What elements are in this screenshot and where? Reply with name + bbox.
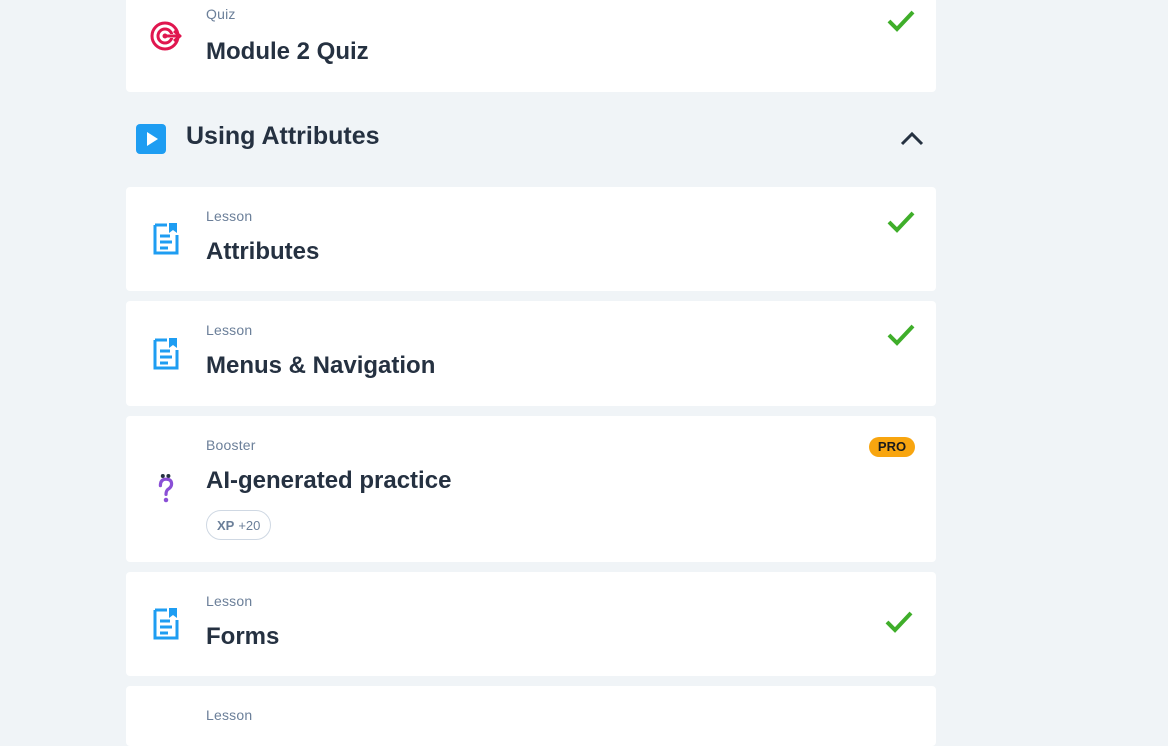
lesson-document-icon [153,338,179,370]
checkmark-icon [887,10,915,32]
xp-value: +20 [238,518,261,533]
pro-badge: PRO [869,437,915,457]
item-type-label: Lesson [206,707,253,723]
booster-card-ai-practice[interactable]: Booster AI-generated practice PRO XP +20 [126,416,936,562]
lesson-document-icon [153,223,179,255]
question-mark-icon [158,474,174,503]
item-title: Menus & Navigation [206,352,436,379]
xp-label: XP [217,518,235,533]
play-icon [136,124,166,154]
item-type-label: Booster [206,437,256,453]
item-type-label: Lesson [206,322,253,338]
chevron-up-icon[interactable] [898,128,926,148]
lesson-card-menus-navigation[interactable]: Lesson Menus & Navigation [126,301,936,406]
item-title: AI-generated practice [206,467,452,494]
item-type-label: Lesson [206,593,253,609]
target-icon [150,21,182,51]
item-title: Attributes [206,238,320,265]
item-type-label: Lesson [206,208,253,224]
item-title: Module 2 Quiz [206,38,369,65]
lesson-card-attributes[interactable]: Lesson Attributes [126,187,936,291]
item-type-label: Quiz [206,6,236,22]
quiz-card[interactable]: Quiz Module 2 Quiz [126,0,936,92]
checkmark-icon [885,611,913,633]
lesson-card-partial[interactable]: Lesson [126,686,936,746]
lesson-document-icon [153,608,179,640]
xp-reward-pill: XP +20 [206,510,272,540]
item-title: Forms [206,623,280,650]
checkmark-icon [887,211,915,233]
lesson-card-forms[interactable]: Lesson Forms [126,572,936,676]
checkmark-icon [887,324,915,346]
section-header[interactable]: Using Attributes [126,110,936,168]
section-title: Using Attributes [186,122,380,150]
